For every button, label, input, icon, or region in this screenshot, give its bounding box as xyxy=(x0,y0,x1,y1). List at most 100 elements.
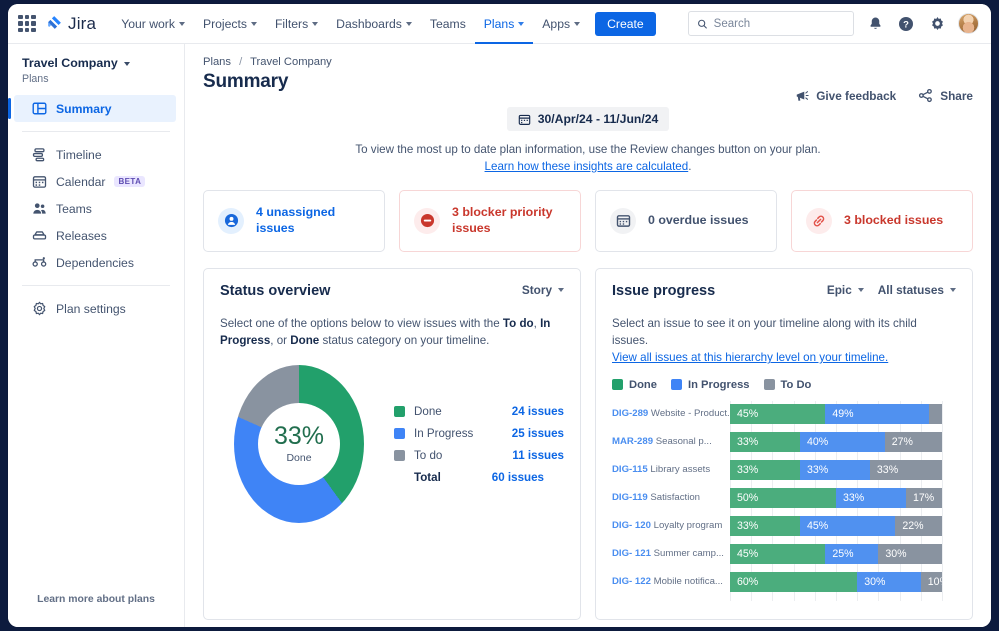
share-button[interactable]: Share xyxy=(918,88,973,103)
legend-row-done[interactable]: Done 24 issues xyxy=(394,400,564,422)
page-body: Travel Company Plans Summary Timeline Ca… xyxy=(8,44,991,627)
issue-key: DIG-119 xyxy=(612,492,648,504)
sidebar-item-label: Summary xyxy=(56,101,112,116)
issue-key-label[interactable]: DIG- 121 Summer camp... xyxy=(612,548,730,559)
card-blocker-priority-issues[interactable]: 3 blocker priority issues xyxy=(399,189,581,252)
chevron-down-icon xyxy=(312,22,319,26)
nav-item-your-work[interactable]: Your work xyxy=(112,4,194,44)
issue-level-select[interactable]: Epic xyxy=(827,283,864,297)
search-input[interactable] xyxy=(713,17,845,30)
status-legend: Done 24 issues In Progress 25 issues To … xyxy=(394,400,564,488)
jira-logo[interactable]: Jira xyxy=(46,14,96,34)
insights-calculated-link[interactable]: Learn how these insights are calculated xyxy=(485,160,689,173)
summary-icon xyxy=(32,102,47,115)
view-all-issues-link[interactable]: View all issues at this hierarchy level … xyxy=(612,351,888,364)
status-donut-chart[interactable]: 33% Done xyxy=(234,365,364,524)
notifications-icon[interactable] xyxy=(865,14,885,34)
sidebar-item-dependencies[interactable]: Dependencies xyxy=(14,249,176,276)
issue-progress-row[interactable]: DIG-115 Library assets 33% 33% 33% xyxy=(612,457,956,483)
issue-progress-row[interactable]: DIG- 122 Mobile notifica...60%30%10% xyxy=(612,569,956,595)
issue-progress-row[interactable]: DIG-289 Website - Product... 45% 49% xyxy=(612,401,956,427)
nav-label: Apps xyxy=(542,16,571,31)
sidebar-item-label: Teams xyxy=(56,201,92,216)
nav-item-projects[interactable]: Projects xyxy=(194,4,266,44)
issue-progress-row[interactable]: DIG- 121 Summer camp... 45% 25% 30% xyxy=(612,541,956,567)
hierarchy-level-value: Story xyxy=(521,282,552,297)
issue-progress-row[interactable]: DIG-119 Satisfaction 50% 33% 17% xyxy=(612,485,956,511)
notice-period: . xyxy=(688,159,692,173)
bar-segment-done: 33% xyxy=(730,515,800,536)
create-button[interactable]: Create xyxy=(595,11,656,36)
sidebar-item-calendar[interactable]: Calendar BETA xyxy=(14,168,176,195)
swatch-in-progress-icon xyxy=(394,427,405,439)
issue-key-label[interactable]: DIG-115 Library assets xyxy=(612,464,730,475)
settings-icon[interactable] xyxy=(927,14,947,34)
page-header-actions: Give feedback Share xyxy=(795,88,973,103)
bar-segment-todo: 33% xyxy=(869,459,942,480)
issue-progress-desc-text: Select an issue to see it on your timeli… xyxy=(612,316,917,347)
nav-item-apps[interactable]: Apps xyxy=(533,4,589,44)
legend-row-in-progress[interactable]: In Progress 25 issues xyxy=(394,422,564,444)
bar-segment-prog: 33% xyxy=(836,487,906,508)
megaphone-icon xyxy=(796,90,809,101)
help-icon[interactable]: ? xyxy=(896,14,916,34)
chevron-down-icon xyxy=(558,288,564,293)
card-label: 3 blocker priority issues xyxy=(452,205,553,235)
swatch-to-do-icon xyxy=(763,379,775,391)
desc-part-3: , or xyxy=(270,333,291,347)
sidebar-item-timeline[interactable]: Timeline xyxy=(14,141,176,168)
stacked-bar: 45% 25% 30% xyxy=(730,543,942,564)
breadcrumb-plans[interactable]: Plans xyxy=(203,56,231,68)
nav-item-dashboards[interactable]: Dashboards xyxy=(327,4,421,44)
learn-more-about-plans-link[interactable]: Learn more about plans xyxy=(8,594,184,627)
issue-progress-row[interactable]: DIG- 120 Loyalty program 33% 45% 22% xyxy=(612,513,956,539)
issue-key-label[interactable]: DIG-119 Satisfaction xyxy=(612,492,730,503)
give-feedback-button[interactable]: Give feedback xyxy=(795,89,896,103)
issue-progress-legend: Done In Progress To Do xyxy=(612,379,956,391)
app-switcher-icon[interactable] xyxy=(18,14,36,33)
issue-status-select[interactable]: All statuses xyxy=(878,283,956,297)
issue-key: MAR-289 xyxy=(612,436,654,448)
issue-key-label[interactable]: DIG- 122 Mobile notifica... xyxy=(612,576,730,587)
breadcrumb-travel-company[interactable]: Travel Company xyxy=(250,56,332,68)
desc-part-4: status category on your timeline. xyxy=(319,333,490,347)
desc-part-1: Select one of the options below to view … xyxy=(220,316,503,330)
issue-progress-chart: DIG-289 Website - Product... 45% 49% MAR-28… xyxy=(612,400,956,601)
issue-key-label[interactable]: DIG-289 Website - Product... xyxy=(612,408,730,419)
avatar[interactable] xyxy=(958,13,979,34)
legend-value: 25 issues xyxy=(511,426,564,440)
nav-item-teams[interactable]: Teams xyxy=(421,4,475,44)
stacked-bar: 60%30%10% xyxy=(730,571,942,592)
sidebar-nav-secondary: Timeline Calendar BETA Teams Releases De… xyxy=(8,141,184,276)
issue-key-label[interactable]: DIG- 120 Loyalty program xyxy=(612,520,730,531)
swatch-to-do-icon xyxy=(394,449,405,461)
issue-key: DIG- 120 xyxy=(612,520,651,532)
sidebar-item-releases[interactable]: Releases xyxy=(14,222,176,249)
search-box[interactable] xyxy=(688,11,854,36)
date-range-selector[interactable]: 30/Apr/24 - 11/Jun/24 xyxy=(506,107,670,131)
nav-label: Projects xyxy=(202,16,247,31)
stacked-bar: 50% 33% 17% xyxy=(730,487,942,508)
card-overdue-issues[interactable]: 0 overdue issues xyxy=(595,189,777,252)
sidebar-item-teams[interactable]: Teams xyxy=(14,195,176,222)
issue-key-label[interactable]: MAR-289 Seasonal p... xyxy=(612,436,730,447)
person-icon xyxy=(218,207,244,234)
nav-item-filters[interactable]: Filters xyxy=(266,4,327,44)
legend-value: 11 issues xyxy=(512,448,564,462)
bar-segment-prog: 49% xyxy=(825,403,930,424)
sidebar-item-summary[interactable]: Summary xyxy=(8,95,176,122)
legend-row-to-do[interactable]: To do 11 issues xyxy=(394,444,564,466)
card-blocked-issues[interactable]: 3 blocked issues xyxy=(791,189,973,252)
search-icon xyxy=(698,19,707,29)
issue-key: DIG-115 xyxy=(612,464,648,476)
card-unassigned-issues[interactable]: 4 unassigned issues xyxy=(203,189,385,252)
hierarchy-level-select[interactable]: Story xyxy=(522,283,564,297)
total-label: Total xyxy=(414,470,441,484)
breadcrumb: Plans / Travel Company xyxy=(203,56,973,68)
issue-progress-panel: Issue progress Epic All statuses Select … xyxy=(595,267,973,620)
issue-progress-row[interactable]: MAR-289 Seasonal p... 33% 40% 27% xyxy=(612,429,956,455)
sidebar-item-plan-settings[interactable]: Plan settings xyxy=(14,295,176,322)
nav-item-plans[interactable]: Plans xyxy=(475,4,534,44)
project-switcher[interactable]: Travel Company xyxy=(22,56,170,70)
calendar-icon xyxy=(610,207,636,234)
